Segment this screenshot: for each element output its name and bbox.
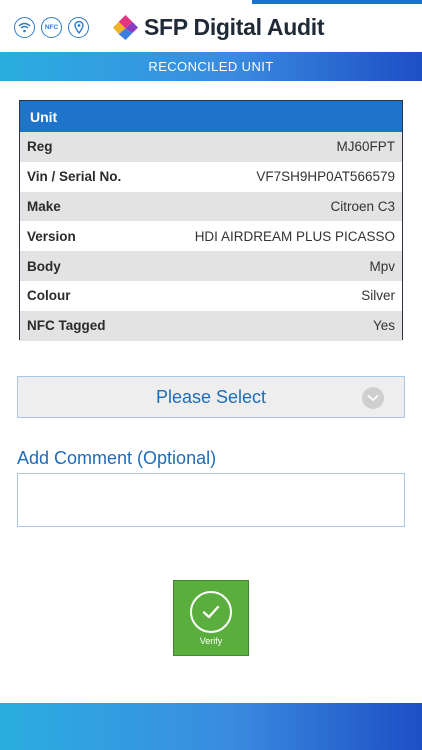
row-label: Make bbox=[27, 198, 61, 214]
unit-rows: Reg MJ60FPT Vin / Serial No. VF7SH9HP0AT… bbox=[20, 132, 402, 341]
row-value: Mpv bbox=[369, 258, 395, 274]
row-value: Citroen C3 bbox=[330, 198, 395, 214]
row-value: VF7SH9HP0AT566579 bbox=[256, 169, 395, 185]
screen-title: RECONCILED UNIT bbox=[148, 59, 274, 74]
footer-bar bbox=[0, 703, 422, 750]
sfp-logo-icon bbox=[113, 15, 138, 40]
table-row-reg: Reg MJ60FPT bbox=[20, 132, 402, 162]
row-label: Colour bbox=[27, 288, 71, 304]
nfc-icon: NFC bbox=[41, 17, 62, 38]
comment-field[interactable] bbox=[17, 473, 405, 527]
unit-table-heading: Unit bbox=[20, 101, 402, 132]
app-header: NFC SFP Digital Audit bbox=[0, 0, 422, 52]
row-label: Vin / Serial No. bbox=[27, 169, 122, 185]
table-row-body: Body Mpv bbox=[20, 251, 402, 281]
chevron-down-icon bbox=[362, 387, 384, 409]
app-title: SFP Digital Audit bbox=[144, 14, 325, 40]
table-row-nfc-tagged: NFC Tagged Yes bbox=[20, 310, 402, 341]
row-label: Reg bbox=[27, 139, 53, 155]
status-icons: NFC bbox=[14, 17, 89, 38]
row-value: Silver bbox=[361, 288, 395, 304]
select-label: Please Select bbox=[155, 386, 267, 407]
row-value: Yes bbox=[372, 318, 395, 334]
unit-details-table: Unit Reg MJ60FPT Vin / Serial No. VF7SH9… bbox=[19, 100, 403, 341]
wifi-icon bbox=[14, 17, 35, 38]
row-value: MJ60FPT bbox=[336, 139, 395, 155]
table-row-vin: Vin / Serial No. VF7SH9HP0AT566579 bbox=[20, 161, 402, 192]
row-label: Body bbox=[27, 258, 61, 274]
location-pin-icon bbox=[68, 17, 89, 38]
comment-label: Add Comment (Optional) bbox=[17, 448, 217, 468]
row-label: Version bbox=[27, 228, 76, 244]
table-row-colour: Colour Silver bbox=[20, 280, 402, 311]
screen-title-bar: RECONCILED UNIT bbox=[0, 52, 422, 81]
row-value: HDI AIRDREAM PLUS PICASSO bbox=[194, 228, 395, 244]
checkmark-icon bbox=[190, 591, 232, 633]
verify-label: Verify bbox=[199, 636, 223, 646]
status-select-dropdown[interactable]: Please Select bbox=[17, 376, 405, 418]
row-label: NFC Tagged bbox=[27, 318, 106, 334]
verify-button[interactable]: Verify bbox=[173, 580, 249, 656]
table-row-make: Make Citroen C3 bbox=[20, 191, 402, 222]
nfc-icon-text: NFC bbox=[44, 24, 59, 31]
table-row-version: Version HDI AIRDREAM PLUS PICASSO bbox=[20, 221, 402, 252]
